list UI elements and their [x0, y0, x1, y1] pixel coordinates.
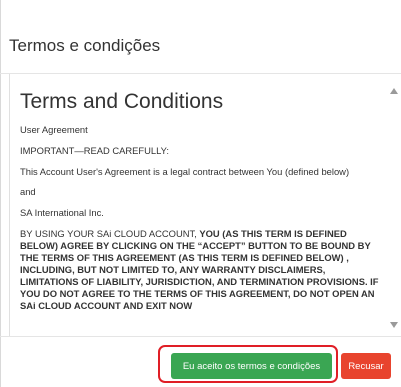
terms-bold-text: YOU (AS THIS TERM IS DEFINED BELOW) AGRE…	[20, 227, 379, 311]
terms-dialog: Termos e condições Terms and Conditions …	[0, 0, 401, 387]
paragraph-company: SA International Inc.	[20, 207, 104, 219]
refuse-button[interactable]: Recusar	[341, 353, 391, 379]
vertical-scrollbar[interactable]	[388, 74, 398, 336]
terms-scroll-area[interactable]: Terms and Conditions User Agreement IMPO…	[9, 74, 398, 336]
paragraph-important: IMPORTANT—READ CAREFULLY:	[20, 144, 169, 156]
scroll-down-arrow-icon[interactable]	[390, 322, 398, 328]
terms-normal-text: BY USING YOUR SAi CLOUD ACCOUNT,	[20, 227, 200, 239]
paragraph-terms-agreement: BY USING YOUR SAi CLOUD ACCOUNT, YOU (AS…	[20, 228, 386, 312]
accept-terms-button[interactable]: Eu aceito os termos e condições	[171, 353, 332, 379]
document-heading: Terms and Conditions	[20, 90, 224, 113]
terms-document: Terms and Conditions User Agreement IMPO…	[20, 74, 386, 321]
footer-divider	[0, 336, 401, 337]
paragraph-user-agreement: User Agreement	[20, 124, 88, 135]
scroll-up-arrow-icon[interactable]	[390, 88, 398, 94]
dialog-border	[0, 0, 1, 387]
paragraph-and: and	[20, 186, 36, 198]
paragraph-legal-contract: This Account User's Agreement is a legal…	[20, 165, 350, 177]
dialog-title: Termos e condições	[9, 36, 161, 55]
